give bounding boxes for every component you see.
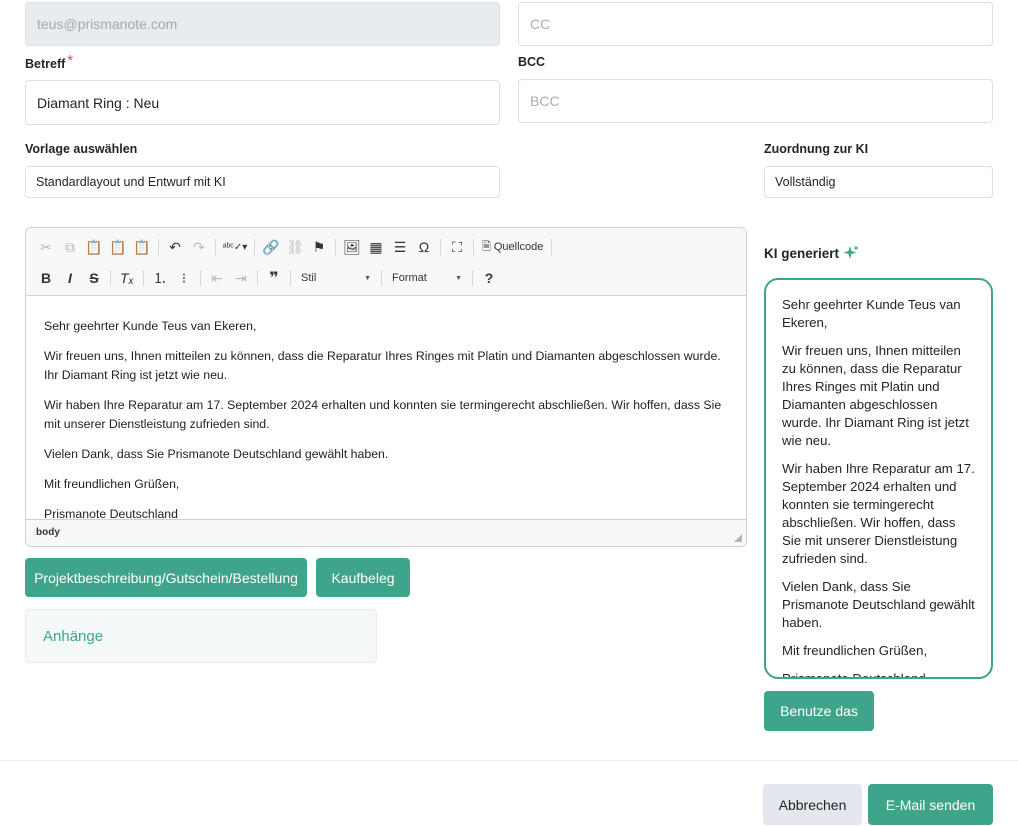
help-icon[interactable]: ? xyxy=(477,267,501,289)
subject-input[interactable]: Diamant Ring : Neu xyxy=(25,80,500,125)
table-icon[interactable]: ▦ xyxy=(364,236,388,258)
attachments-panel[interactable]: Anhänge xyxy=(25,609,377,663)
ai-paragraph: Vielen Dank, dass Sie Prismanote Deutsch… xyxy=(782,579,975,630)
ai-paragraph: Prismanote Deutschland xyxy=(782,671,926,679)
paste-word-icon[interactable]: 📋 xyxy=(130,236,154,258)
ai-paragraph: Wir freuen uns, Ihnen mitteilen zu könne… xyxy=(782,343,969,448)
special-char-icon[interactable]: Ω xyxy=(412,236,436,258)
bold-icon[interactable]: B xyxy=(34,267,58,289)
cc-placeholder: CC xyxy=(530,16,551,32)
editor-paragraph: Wir freuen uns, Ihnen mitteilen zu könne… xyxy=(44,349,721,382)
required-marker: * xyxy=(67,52,74,69)
subject-label: Betreff * xyxy=(25,52,74,71)
ai-mapping-value: Vollständig xyxy=(775,175,836,189)
editor-statusbar: body xyxy=(26,519,746,546)
chevron-down-icon: ▼ xyxy=(455,274,462,282)
from-email-value: teus@prismanote.com xyxy=(37,16,178,32)
editor-content[interactable]: Sehr geehrter Kunde Teus van Ekeren, Wir… xyxy=(26,297,746,519)
maximize-icon[interactable]: ⛶ xyxy=(445,236,469,258)
bullet-list-icon[interactable]: ⁝ xyxy=(172,267,196,289)
source-button[interactable]: 🗎 Quellcode xyxy=(478,236,547,258)
attachments-label: Anhänge xyxy=(43,627,104,645)
redo-icon[interactable]: ↷ xyxy=(187,236,211,258)
subject-value: Diamant Ring : Neu xyxy=(37,94,160,111)
style-dropdown[interactable]: Stil ▼ xyxy=(295,267,377,289)
ai-mapping-select[interactable]: Vollständig xyxy=(764,166,993,198)
project-description-button[interactable]: Projektbeschreibung/Gutschein/Bestellung xyxy=(25,558,307,597)
bcc-placeholder: BCC xyxy=(530,93,560,109)
format-dropdown[interactable]: Format ▼ xyxy=(386,267,468,289)
template-select[interactable]: Standardlayout und Entwurf mit KI xyxy=(25,166,500,198)
outdent-icon[interactable]: ⇤ xyxy=(205,267,229,289)
resize-handle-icon[interactable] xyxy=(734,534,742,542)
editor-paragraph: Mit freundlichen Grüßen, xyxy=(44,477,180,491)
spellcheck-icon[interactable]: ᵃᵇᶜ✓▾ xyxy=(220,236,250,258)
editor-paragraph: Sehr geehrter Kunde Teus van Ekeren, xyxy=(44,319,257,333)
chevron-down-icon: ▼ xyxy=(364,274,371,282)
footer-divider xyxy=(0,760,1018,761)
strikethrough-icon[interactable]: S xyxy=(82,267,106,289)
bcc-field[interactable]: BCC xyxy=(518,79,993,123)
blockquote-icon[interactable]: ❞ xyxy=(262,267,286,289)
element-path[interactable]: body xyxy=(36,527,60,538)
image-icon[interactable]: 🖼 xyxy=(340,236,364,258)
numbered-list-icon[interactable]: ⒈ xyxy=(148,267,172,289)
copy-icon[interactable]: ⧉ xyxy=(58,236,82,258)
indent-icon[interactable]: ⇥ xyxy=(229,267,253,289)
italic-icon[interactable]: I xyxy=(58,267,82,289)
cancel-button[interactable]: Abbrechen xyxy=(763,784,862,825)
source-icon: 🗎 xyxy=(482,240,491,253)
template-value: Standardlayout und Entwurf mit KI xyxy=(36,175,226,189)
editor-paragraph: Vielen Dank, dass Sie Prismanote Deutsch… xyxy=(44,447,389,461)
sparkle-icon xyxy=(843,245,860,259)
from-email-field: teus@prismanote.com xyxy=(25,2,500,46)
ai-paragraph: Sehr geehrter Kunde Teus van Ekeren, xyxy=(782,297,961,330)
editor-paragraph: Prismanote Deutschland xyxy=(44,507,178,519)
ai-mapping-label: Zuordnung zur KI xyxy=(764,142,869,156)
paste-text-icon[interactable]: 📋 xyxy=(106,236,130,258)
ai-generated-text: Sehr geehrter Kunde Teus van Ekeren, Wir… xyxy=(764,278,993,679)
editor-toolbar: ✂ ⧉ 📋 📋 📋 ↶ ↷ ᵃᵇᶜ✓▾ 🔗 ⛓ ⚑ 🖼 ▦ ☰ Ω ⛶ 🗎 Qu… xyxy=(26,228,746,296)
use-this-button[interactable]: Benutze das xyxy=(764,691,874,731)
cut-icon[interactable]: ✂ xyxy=(34,236,58,258)
receipt-button[interactable]: Kaufbeleg xyxy=(316,558,410,597)
horizontal-line-icon[interactable]: ☰ xyxy=(388,236,412,258)
link-icon[interactable]: 🔗 xyxy=(259,236,283,258)
undo-icon[interactable]: ↶ xyxy=(163,236,187,258)
ai-paragraph: Mit freundlichen Grüßen, xyxy=(782,643,928,658)
ai-paragraph: Wir haben Ihre Reparatur am 17. Septembe… xyxy=(782,461,975,566)
template-label: Vorlage auswählen xyxy=(25,142,138,156)
remove-format-icon[interactable]: Tₓ xyxy=(115,267,139,289)
rich-text-editor[interactable]: ✂ ⧉ 📋 📋 📋 ↶ ↷ ᵃᵇᶜ✓▾ 🔗 ⛓ ⚑ 🖼 ▦ ☰ Ω ⛶ 🗎 Qu… xyxy=(25,227,747,547)
unlink-icon[interactable]: ⛓ xyxy=(283,236,307,258)
ai-generated-title: KI generiert xyxy=(764,244,860,262)
anchor-flag-icon[interactable]: ⚑ xyxy=(307,236,331,258)
send-email-button[interactable]: E-Mail senden xyxy=(868,784,993,825)
bcc-label: BCC xyxy=(518,55,546,69)
paste-icon[interactable]: 📋 xyxy=(82,236,106,258)
cc-field[interactable]: CC xyxy=(518,2,993,46)
editor-paragraph: Wir haben Ihre Reparatur am 17. Septembe… xyxy=(44,398,722,431)
